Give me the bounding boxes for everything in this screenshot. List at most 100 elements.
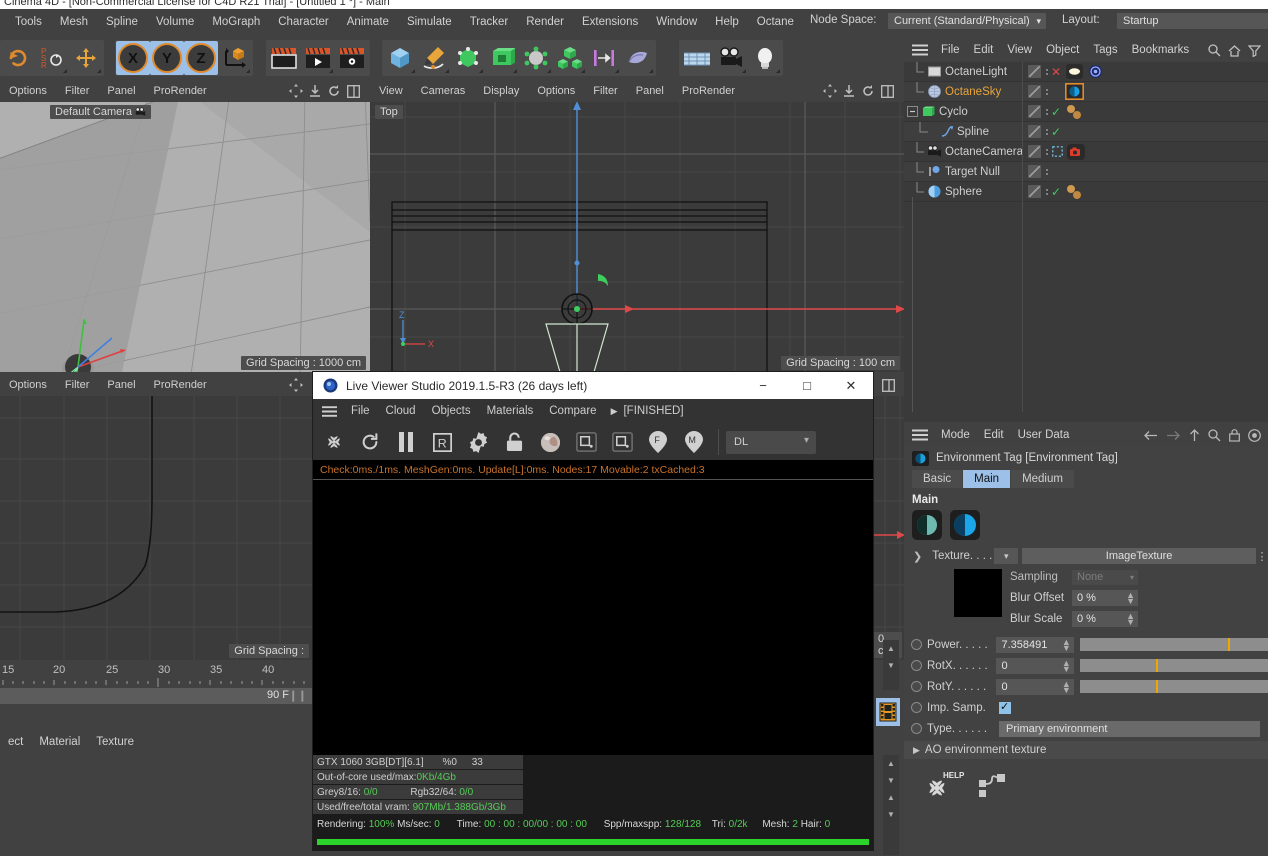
- node-space-dropdown[interactable]: Current (Standard/Physical) ▾: [888, 13, 1046, 29]
- display-tag-icon[interactable]: [1028, 145, 1041, 158]
- lv-menu-materials[interactable]: Materials: [479, 399, 542, 424]
- restart-render-icon[interactable]: [317, 426, 351, 458]
- object-manager[interactable]: File Edit View Object Tags Bookmarks Oct…: [904, 38, 1268, 422]
- menu-octane[interactable]: Octane: [748, 9, 803, 35]
- psr-coordinate-icon[interactable]: PSR: [35, 41, 69, 75]
- maximize-viewport-icon[interactable]: [347, 84, 360, 98]
- material-tag-icon[interactable]: [1065, 184, 1085, 200]
- timeline-ruler[interactable]: 15 20 25 30 35 40: [0, 660, 313, 688]
- menu-window[interactable]: Window: [647, 9, 706, 35]
- menu-object-trunc[interactable]: ect: [0, 736, 31, 748]
- power-slider[interactable]: [1079, 638, 1268, 651]
- menu-character[interactable]: Character: [269, 9, 338, 35]
- scroll-down-arrow[interactable]: ▼: [883, 772, 899, 789]
- blur-offset-field[interactable]: 0 % ▲ ▼: [1072, 590, 1138, 606]
- menu-tools[interactable]: Tools: [6, 9, 51, 35]
- object-row-octanesky[interactable]: OctaneSky: [904, 81, 1268, 102]
- maximize-viewport-icon[interactable]: [881, 84, 894, 98]
- rotx-slider[interactable]: [1079, 659, 1268, 672]
- axis-z-icon[interactable]: Z: [184, 41, 218, 75]
- maximize-icon[interactable]: □: [785, 372, 829, 399]
- scroll-down-arrow-2[interactable]: ▼: [883, 806, 899, 823]
- rotate-icon[interactable]: [861, 84, 875, 98]
- display-tag-icon[interactable]: [1028, 65, 1041, 78]
- vp-lt-options[interactable]: Options: [0, 80, 56, 102]
- display-tag-icon[interactable]: [1028, 85, 1041, 98]
- object-row-cyclo[interactable]: Cyclo ✓: [904, 102, 1268, 122]
- pan-icon[interactable]: [823, 84, 837, 98]
- am-menu-mode[interactable]: Mode: [934, 424, 977, 446]
- render-picture-viewer-icon[interactable]: [301, 41, 335, 75]
- vp-lt-filter[interactable]: Filter: [56, 80, 98, 102]
- vp-top-display[interactable]: Display: [474, 80, 528, 102]
- zoom-dolly-icon[interactable]: [843, 84, 855, 98]
- region-render-icon[interactable]: R: [425, 426, 459, 458]
- display-tag-icon[interactable]: [1028, 185, 1041, 198]
- visibility-dots[interactable]: [1046, 108, 1048, 115]
- roty-slider[interactable]: [1079, 680, 1268, 693]
- rotate-icon[interactable]: [327, 84, 341, 98]
- om-menu-object[interactable]: Object: [1039, 38, 1086, 62]
- material-ball-icon[interactable]: [533, 426, 567, 458]
- mograph-icon[interactable]: [553, 41, 587, 75]
- expand-arrow-icon[interactable]: ▶: [611, 406, 618, 417]
- scroll-up-arrow-3[interactable]: ▲: [883, 640, 899, 657]
- menu-extensions[interactable]: Extensions: [573, 9, 647, 35]
- octane-help-button[interactable]: HELP: [922, 771, 964, 806]
- lv-menu-objects[interactable]: Objects: [424, 399, 479, 424]
- hamburger-menu-icon[interactable]: [322, 406, 337, 417]
- scene-icon[interactable]: [587, 41, 621, 75]
- live-viewer-window[interactable]: Live Viewer Studio 2019.1.5-R3 (26 days …: [313, 372, 873, 850]
- sampling-dropdown[interactable]: None ▾: [1072, 569, 1138, 585]
- viewport-right-bottom[interactable]: 0 cm: [873, 396, 904, 660]
- zoom-dolly-icon[interactable]: [309, 84, 321, 98]
- visibility-dots[interactable]: [1046, 88, 1048, 95]
- stepper-icon[interactable]: ▲ ▼: [1062, 679, 1071, 694]
- roty-field[interactable]: 0 ▲ ▼: [996, 678, 1074, 695]
- scroll-spinner-column-2[interactable]: ▲ ▼: [883, 640, 899, 690]
- menu-texture[interactable]: Texture: [88, 736, 142, 748]
- dashed-frame-icon[interactable]: [1052, 146, 1063, 157]
- axis-x-icon[interactable]: X: [116, 41, 150, 75]
- tab-medium[interactable]: Medium: [1011, 470, 1074, 488]
- ao-environment-section[interactable]: ▶ AO environment texture: [904, 741, 1268, 759]
- object-row-target-null[interactable]: Target Null: [904, 161, 1268, 182]
- minimize-icon[interactable]: −: [741, 372, 785, 399]
- deformer-icon[interactable]: [519, 41, 553, 75]
- rotx-slider-handle[interactable]: [1155, 659, 1158, 672]
- target-icon[interactable]: [1248, 428, 1261, 442]
- octane-camera-tag-icon[interactable]: [1067, 143, 1085, 160]
- refresh-icon[interactable]: [353, 426, 387, 458]
- texture-preview-swatch[interactable]: [954, 569, 1002, 617]
- object-row-octanecamera[interactable]: OctaneCamera: [904, 141, 1268, 162]
- nurbs-icon[interactable]: [451, 41, 485, 75]
- power-slider-handle[interactable]: [1227, 638, 1230, 651]
- lv-menu-cloud[interactable]: Cloud: [378, 399, 424, 424]
- timeline-panel[interactable]: 15 20 25 30 35 40 90 F ❙❙: [0, 660, 313, 720]
- display-tag-icon[interactable]: [1028, 165, 1041, 178]
- viewport-left-bottom[interactable]: Grid Spacing :: [0, 396, 313, 660]
- om-menu-bookmarks[interactable]: Bookmarks: [1125, 38, 1197, 62]
- rotx-field[interactable]: 0 ▲ ▼: [996, 657, 1074, 674]
- am-menu-user-data[interactable]: User Data: [1011, 424, 1077, 446]
- vp-lb-options[interactable]: Options: [0, 374, 56, 396]
- visibility-dots[interactable]: [1046, 188, 1048, 195]
- type-dropdown[interactable]: Primary environment: [999, 720, 1260, 737]
- lock-icon[interactable]: [497, 426, 531, 458]
- vp-lt-panel[interactable]: Panel: [98, 80, 144, 102]
- lock-icon[interactable]: [1229, 428, 1240, 442]
- viewport-top[interactable]: Z X Top Grid Spacing : 100 cm: [370, 102, 904, 372]
- stepper-icon[interactable]: ▲ ▼: [1062, 658, 1071, 673]
- timeline-scrub-bar[interactable]: 90 F ❙❙: [0, 688, 313, 704]
- texture-type-dropdown[interactable]: ▾: [994, 548, 1019, 564]
- daylight-environment-button[interactable]: [950, 510, 980, 540]
- vp-top-view[interactable]: View: [370, 80, 412, 102]
- rotx-animate-dot[interactable]: [911, 660, 922, 671]
- vp-lb-filter[interactable]: Filter: [56, 374, 98, 396]
- menu-simulate[interactable]: Simulate: [398, 9, 461, 35]
- focus-picker-icon[interactable]: F: [641, 426, 675, 458]
- octane-target-tag-icon[interactable]: [1088, 64, 1103, 79]
- blur-scale-field[interactable]: 0 % ▲ ▼: [1072, 611, 1138, 627]
- vp-lb-panel[interactable]: Panel: [98, 374, 144, 396]
- collapse-arrow-icon[interactable]: ▶: [913, 745, 920, 756]
